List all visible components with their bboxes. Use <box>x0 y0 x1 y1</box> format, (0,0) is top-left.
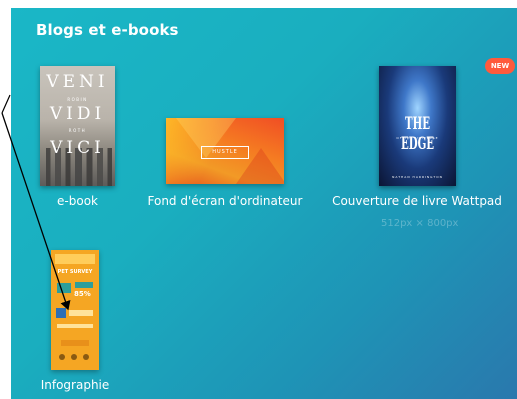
arrow-annotation-icon <box>1 94 71 311</box>
